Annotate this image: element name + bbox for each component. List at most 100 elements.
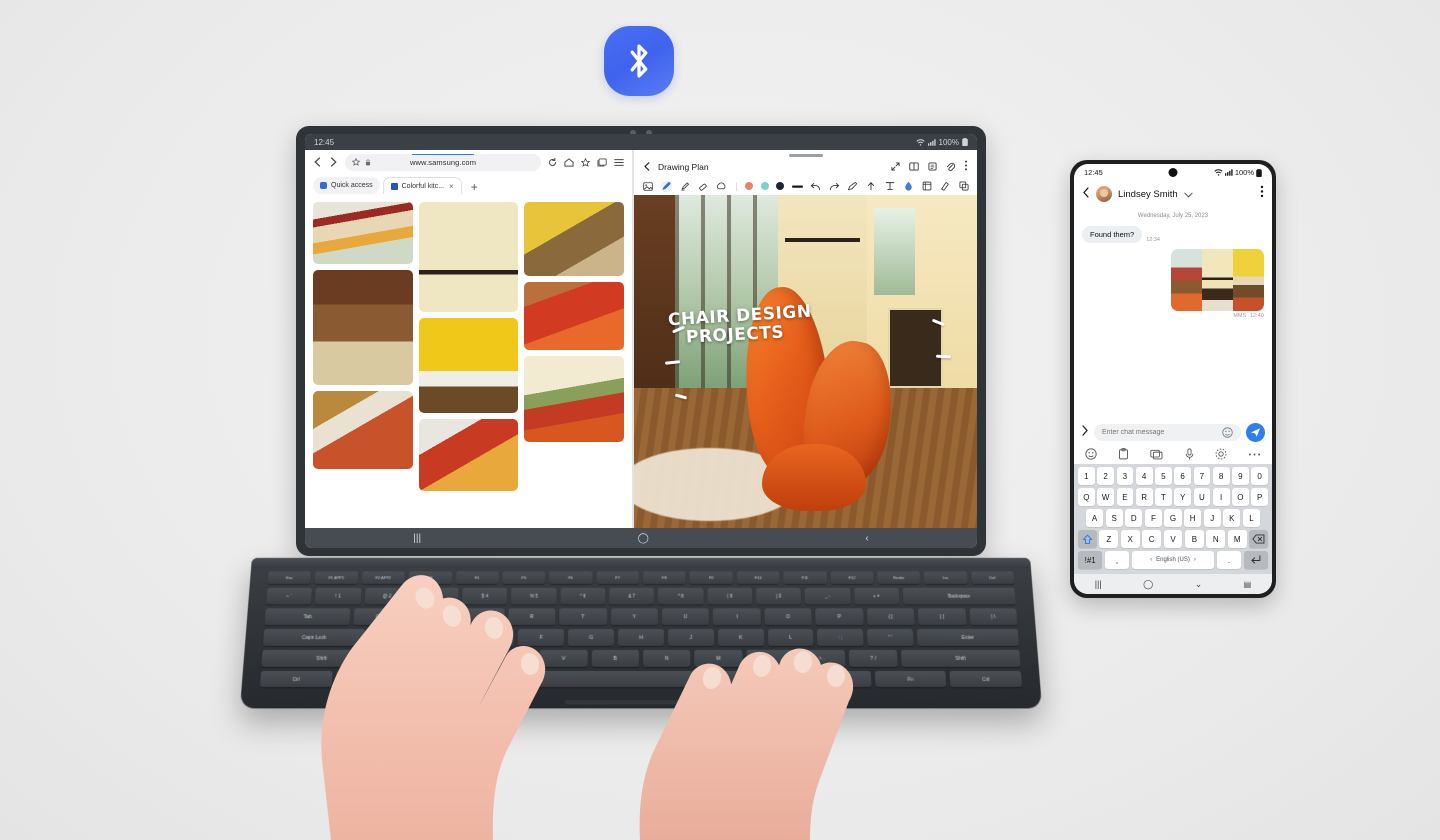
recents-icon[interactable]: ||| bbox=[1095, 579, 1102, 589]
kebab-menu-icon[interactable] bbox=[964, 158, 968, 176]
key-b[interactable]: B bbox=[1184, 530, 1204, 548]
keyboard-key[interactable]: @ 2 bbox=[364, 587, 410, 605]
keyboard-key[interactable]: G bbox=[568, 629, 615, 646]
key-4[interactable]: 4 bbox=[1135, 467, 1153, 485]
keyboard-key[interactable]: A bbox=[368, 629, 415, 646]
fill-icon[interactable] bbox=[903, 181, 914, 192]
erase-all-icon[interactable] bbox=[940, 181, 951, 192]
chat-input[interactable] bbox=[1102, 428, 1217, 436]
key-z[interactable]: Z bbox=[1099, 530, 1119, 548]
keyboard-key[interactable]: + = bbox=[853, 587, 900, 605]
expand-icon[interactable] bbox=[891, 158, 900, 176]
shape-icon[interactable] bbox=[847, 181, 858, 192]
keyboard-key[interactable]: ? / bbox=[849, 649, 898, 667]
grid-photo[interactable] bbox=[313, 270, 413, 385]
grid-photo[interactable] bbox=[313, 202, 413, 264]
keyboard-key[interactable]: Fn bbox=[335, 670, 408, 688]
keyboard-key[interactable]: ! 1 bbox=[315, 587, 362, 605]
keyboard-key[interactable]: # 3 bbox=[413, 587, 459, 605]
chevron-right-icon[interactable] bbox=[1081, 423, 1089, 441]
chevron-down-icon[interactable] bbox=[1184, 185, 1193, 203]
shift-key[interactable] bbox=[1078, 530, 1097, 548]
keyboard-key[interactable]: ^ 6 bbox=[560, 587, 606, 605]
keyboard-key[interactable]: W bbox=[405, 608, 454, 626]
home-circle-icon[interactable]: ◯ bbox=[1143, 579, 1153, 590]
close-icon[interactable]: × bbox=[449, 182, 454, 191]
keyboard-key[interactable]: F11 bbox=[783, 571, 827, 584]
keyboard-key[interactable]: Q bbox=[353, 608, 402, 626]
grid-photo[interactable] bbox=[524, 282, 624, 350]
keyboard-key[interactable]: N bbox=[643, 649, 691, 667]
comma-key[interactable]: , bbox=[1104, 551, 1130, 569]
key-v[interactable]: V bbox=[1163, 530, 1183, 548]
home-icon[interactable] bbox=[564, 157, 574, 167]
key-k[interactable]: K bbox=[1223, 509, 1241, 527]
image-icon[interactable] bbox=[642, 181, 653, 192]
key-3[interactable]: 3 bbox=[1116, 467, 1134, 485]
address-bar[interactable]: www.samsung.com bbox=[345, 153, 541, 171]
keyboard-key[interactable]: E bbox=[456, 608, 505, 626]
book-icon[interactable] bbox=[909, 158, 919, 176]
new-tab-button[interactable]: + bbox=[465, 180, 484, 194]
home-circle-icon[interactable]: ◯ bbox=[638, 533, 649, 544]
keyboard-key[interactable]: Ctrl bbox=[259, 670, 333, 688]
attach-icon[interactable] bbox=[946, 158, 956, 176]
redo-icon[interactable] bbox=[829, 181, 840, 192]
key-9[interactable]: 9 bbox=[1232, 467, 1249, 485]
keyboard-key[interactable]: K bbox=[717, 629, 764, 646]
chevron-down-icon[interactable]: ⌄ bbox=[1195, 579, 1203, 590]
key-h[interactable]: H bbox=[1184, 509, 1202, 527]
keyboard-key[interactable]: F3 bbox=[408, 571, 452, 584]
keyboard-key[interactable]: Alt bbox=[799, 670, 872, 688]
copy-icon[interactable] bbox=[958, 181, 969, 192]
key-2[interactable]: 2 bbox=[1097, 467, 1114, 485]
forward-arrow-icon[interactable] bbox=[329, 157, 338, 167]
keyboard-key[interactable]: F9 bbox=[689, 571, 733, 584]
refresh-icon[interactable] bbox=[548, 157, 557, 167]
keyboard-key[interactable]: H bbox=[618, 629, 664, 646]
key-i[interactable]: I bbox=[1212, 488, 1230, 506]
keyboard-key[interactable]: Fn bbox=[874, 670, 947, 688]
hamburger-menu-icon[interactable] bbox=[614, 158, 624, 167]
eraser-icon[interactable] bbox=[698, 181, 709, 192]
browser-tab-colorful-kitchen[interactable]: Colorful kitc... × bbox=[382, 177, 462, 194]
keyboard-key[interactable]: Del bbox=[970, 571, 1015, 584]
grid-photo[interactable] bbox=[418, 419, 519, 491]
keyboard-key[interactable] bbox=[486, 670, 796, 688]
mic-icon[interactable] bbox=[1185, 448, 1194, 460]
keyboard-key[interactable]: F4 bbox=[455, 571, 499, 584]
keyboard-key[interactable]: F bbox=[518, 629, 565, 646]
keyboard-key[interactable]: < , bbox=[746, 649, 795, 667]
lasso-icon[interactable] bbox=[716, 181, 727, 192]
keyboard-key[interactable]: | \ bbox=[969, 608, 1018, 626]
key-6[interactable]: 6 bbox=[1174, 467, 1191, 485]
emoji-icon[interactable] bbox=[1222, 426, 1233, 438]
key-x[interactable]: X bbox=[1120, 530, 1140, 548]
grid-photo[interactable] bbox=[418, 318, 519, 413]
backspace-key[interactable] bbox=[1249, 530, 1269, 548]
keyboard-key[interactable]: Z bbox=[384, 649, 433, 667]
line-weight-icon[interactable] bbox=[791, 181, 803, 192]
key-t[interactable]: T bbox=[1155, 488, 1172, 506]
pen-icon[interactable] bbox=[660, 180, 672, 192]
keyboard-key[interactable]: Y bbox=[610, 608, 658, 626]
key-s[interactable]: S bbox=[1105, 509, 1123, 527]
next-language-icon[interactable]: › bbox=[1194, 557, 1196, 563]
keyboard-key[interactable]: F5 bbox=[502, 571, 546, 584]
undo-icon[interactable] bbox=[810, 181, 821, 192]
keyboard-key[interactable]: U bbox=[661, 608, 710, 626]
recents-icon[interactable]: ||| bbox=[413, 533, 421, 544]
keyboard-key[interactable]: Backspace bbox=[902, 587, 1016, 605]
chat-input-field[interactable] bbox=[1094, 423, 1241, 441]
gear-icon[interactable] bbox=[1215, 448, 1227, 460]
keyboard-key[interactable]: C bbox=[487, 649, 536, 667]
color-swatch-coral[interactable] bbox=[745, 182, 753, 190]
key-c[interactable]: C bbox=[1142, 530, 1162, 548]
keyboard-key[interactable]: Esc bbox=[267, 571, 312, 584]
keyboard-key[interactable]: F6 bbox=[549, 571, 593, 584]
color-swatch-navy[interactable] bbox=[776, 182, 784, 190]
key-5[interactable]: 5 bbox=[1155, 467, 1172, 485]
keyboard-key[interactable]: Finder bbox=[876, 571, 921, 584]
key-o[interactable]: O bbox=[1232, 488, 1249, 506]
keyboard-key[interactable]: F8 bbox=[642, 571, 686, 584]
